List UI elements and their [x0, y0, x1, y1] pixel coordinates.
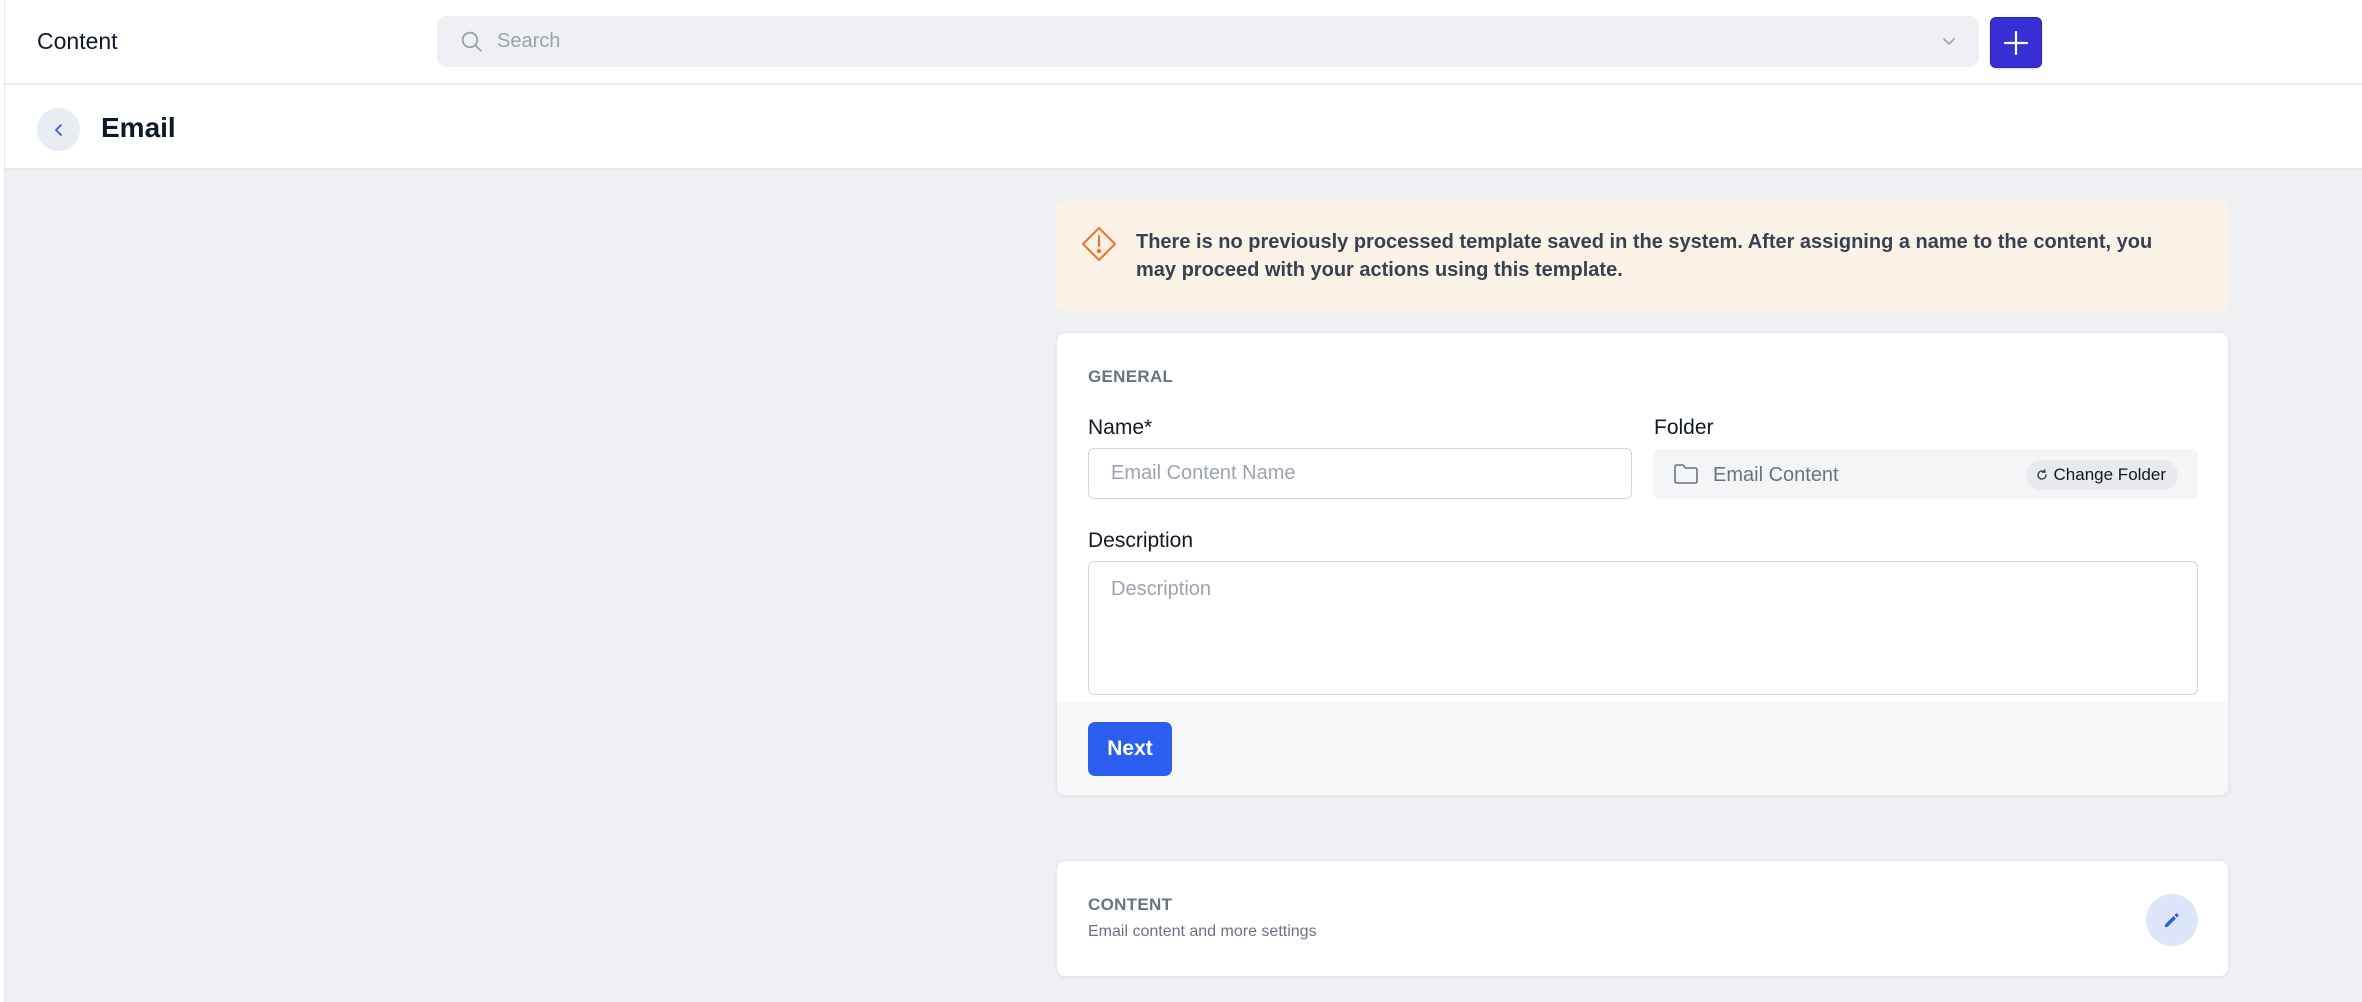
name-input[interactable]: [1088, 448, 1632, 499]
name-label: Name*: [1088, 416, 1153, 439]
general-section-label: GENERAL: [1088, 367, 1174, 386]
content-section-label: CONTENT: [1088, 895, 1173, 914]
folder-field: Email Content Change Folder: [1653, 449, 2198, 499]
pencil-icon: [2165, 913, 2179, 927]
search-icon: [461, 31, 482, 52]
add-button[interactable]: [1990, 17, 2042, 68]
content-card[interactable]: CONTENT Email content and more settings: [1056, 860, 2229, 977]
chevron-left-icon: [54, 123, 62, 136]
change-folder-label: Change Folder: [2053, 465, 2166, 484]
general-card: GENERAL Name* Folder Email Content Chang…: [1056, 332, 2229, 796]
back-button[interactable]: [37, 108, 80, 151]
warning-icon: [1081, 226, 1117, 262]
page-header: Email: [0, 85, 2362, 169]
folder-icon: [1674, 464, 1698, 484]
content-subtitle: Email content and more settings: [1088, 923, 1317, 940]
general-card-footer: Next: [1057, 702, 2228, 795]
warning-alert: There is no previously processed templat…: [1056, 201, 2229, 311]
description-input[interactable]: [1088, 561, 2198, 695]
edit-content-button[interactable]: [2146, 894, 2198, 946]
search-input[interactable]: [497, 16, 1897, 67]
folder-name: Email Content: [1713, 464, 1839, 486]
alert-message: There is no previously processed templat…: [1136, 231, 2153, 281]
description-label: Description: [1088, 529, 1194, 552]
app-title: Content: [37, 28, 118, 54]
next-button[interactable]: Next: [1088, 722, 1172, 776]
page-title: Email: [101, 112, 176, 143]
left-edge: [0, 0, 5, 1002]
global-search[interactable]: [437, 16, 1979, 67]
chevron-down-icon[interactable]: [1941, 35, 1957, 49]
top-bar: Content: [0, 0, 2362, 84]
folder-label: Folder: [1654, 416, 1714, 439]
refresh-icon: [2036, 469, 2047, 480]
plus-icon: [2003, 30, 2029, 55]
change-folder-button[interactable]: Change Folder: [2025, 460, 2178, 490]
